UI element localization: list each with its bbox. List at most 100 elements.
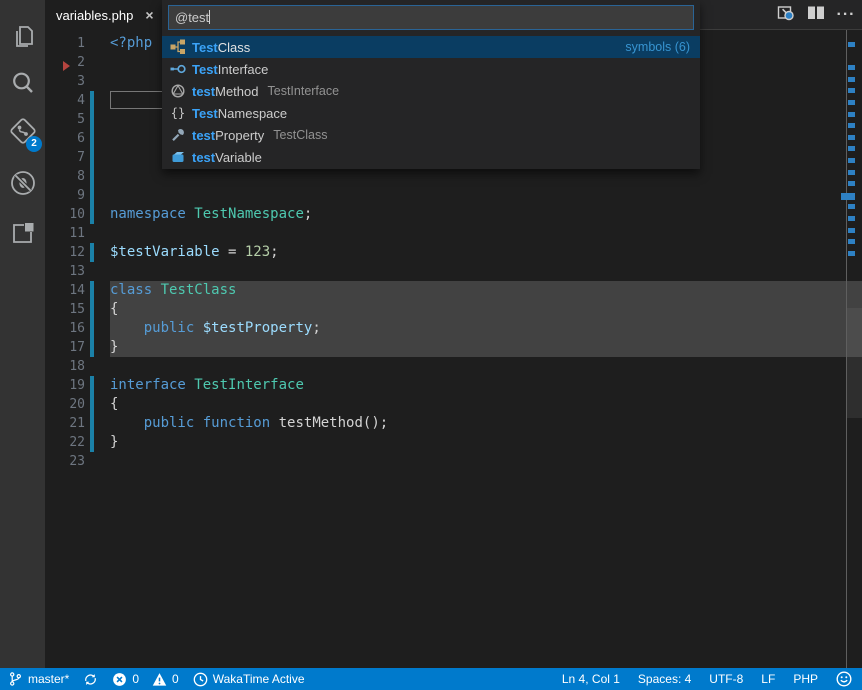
more-actions-button[interactable]: ···: [834, 3, 858, 27]
feedback-button[interactable]: [836, 671, 852, 687]
symbol-list: TestClass symbols (6) TestInterface test…: [162, 36, 700, 168]
symbol-item-testMethod[interactable]: testMethod TestInterface: [162, 80, 700, 102]
line-number: 11: [45, 224, 85, 243]
files-icon: [9, 23, 37, 51]
line-number: 1: [45, 34, 85, 53]
sidebar-item-extensions[interactable]: [0, 210, 45, 255]
code-line[interactable]: 19 interface TestInterface: [45, 376, 862, 395]
warning-icon: [152, 672, 167, 687]
sync-button[interactable]: [83, 672, 98, 687]
code-line[interactable]: 9: [45, 186, 862, 205]
line-content: }: [110, 338, 118, 357]
overview-ruler-mark: [841, 193, 855, 200]
code-line[interactable]: 8: [45, 167, 862, 186]
code-line[interactable]: 14 class TestClass: [45, 281, 862, 300]
cursor-position[interactable]: Ln 4, Col 1: [562, 672, 620, 686]
line-content: public function testMethod();: [110, 414, 388, 433]
symbol-item-testVariable[interactable]: testVariable: [162, 146, 700, 168]
sync-icon: [83, 672, 98, 687]
code-line[interactable]: 20 {: [45, 395, 862, 414]
line-content: }: [110, 433, 118, 452]
line-number: 17: [45, 338, 85, 357]
line-number: 23: [45, 452, 85, 471]
line-number: 14: [45, 281, 85, 300]
line-content: {: [110, 300, 118, 319]
language-label: PHP: [793, 672, 818, 686]
overview-ruler-mark: [848, 146, 855, 151]
line-number: 19: [45, 376, 85, 395]
code-line[interactable]: 10 namespace TestNamespace;: [45, 205, 862, 224]
eol-indicator[interactable]: LF: [761, 672, 775, 686]
code-line[interactable]: 21 public function testMethod();: [45, 414, 862, 433]
quick-open-input[interactable]: @test: [168, 5, 694, 30]
encoding-label: UTF-8: [709, 672, 743, 686]
interface-icon: [170, 61, 186, 77]
symbol-label: testProperty: [192, 128, 264, 143]
overview-ruler-mark: [848, 228, 855, 233]
close-icon[interactable]: ×: [145, 8, 153, 22]
code-line[interactable]: 15 {: [45, 300, 862, 319]
overview-ruler-mark: [848, 170, 855, 175]
search-icon: [9, 69, 37, 97]
cursor-position-label: Ln 4, Col 1: [562, 672, 620, 686]
branch-indicator[interactable]: master*: [8, 671, 69, 687]
debug-icon: [8, 168, 38, 198]
open-preview-button[interactable]: [774, 3, 798, 27]
overview-ruler-mark: [848, 100, 855, 105]
line-number: 4: [45, 91, 85, 110]
indentation-label: Spaces: 4: [638, 672, 691, 686]
symbol-item-testProperty[interactable]: testProperty TestClass: [162, 124, 700, 146]
line-number: 12: [45, 243, 85, 262]
language-mode[interactable]: PHP: [793, 672, 818, 686]
vscode-window: 1 <?php 2 3 4 5 6 7 8 9 10 namespace Tes…: [0, 0, 862, 690]
symbol-item-TestNamespace[interactable]: {} TestNamespace: [162, 102, 700, 124]
overview-ruler-mark: [848, 158, 855, 163]
activity-bar: 2: [0, 0, 45, 668]
wakatime-indicator[interactable]: WakaTime Active: [193, 672, 305, 687]
eol-label: LF: [761, 672, 775, 686]
overview-ruler-mark: [848, 251, 855, 256]
sidebar-item-explorer[interactable]: [0, 14, 45, 59]
line-number: 18: [45, 357, 85, 376]
code-line[interactable]: 18: [45, 357, 862, 376]
extensions-icon: [9, 219, 37, 247]
quick-open-query: @test: [175, 10, 209, 25]
warning-count: 0: [172, 672, 179, 686]
indentation-indicator[interactable]: Spaces: 4: [638, 672, 691, 686]
code-line[interactable]: 22 }: [45, 433, 862, 452]
line-number: 9: [45, 186, 85, 205]
split-editor-button[interactable]: [804, 3, 828, 27]
quick-open-widget: @test TestClass symbols (6) TestInterfac…: [162, 0, 700, 169]
tab-variables-php[interactable]: variables.php ×: [45, 0, 165, 30]
property-icon: [170, 127, 186, 143]
problems-indicator[interactable]: 0 0: [112, 672, 178, 687]
overview-ruler-mark: [848, 42, 855, 47]
code-line[interactable]: 16 public $testProperty;: [45, 319, 862, 338]
line-content: {: [110, 395, 118, 414]
symbol-label: testVariable: [192, 150, 262, 165]
code-line[interactable]: 13: [45, 262, 862, 281]
code-line[interactable]: 23: [45, 452, 862, 471]
code-line[interactable]: 12 $testVariable = 123;: [45, 243, 862, 262]
line-content: class TestClass: [110, 281, 236, 300]
encoding-indicator[interactable]: UTF-8: [709, 672, 743, 686]
overview-ruler-mark: [848, 216, 855, 221]
vertical-scrollbar[interactable]: [847, 308, 862, 418]
sidebar-item-debug[interactable]: [0, 160, 45, 205]
code-line[interactable]: 11: [45, 224, 862, 243]
code-line[interactable]: 17 }: [45, 338, 862, 357]
symbol-label: TestInterface: [192, 62, 268, 77]
gutter-modified-bar: [90, 243, 94, 262]
editor-actions: ···: [774, 0, 858, 30]
variable-icon: [170, 149, 186, 165]
sidebar-item-source-control[interactable]: 2: [0, 108, 45, 153]
line-number: 13: [45, 262, 85, 281]
symbol-detail: TestClass: [273, 128, 327, 142]
symbol-detail: TestInterface: [268, 84, 340, 98]
line-number: 21: [45, 414, 85, 433]
symbol-item-TestInterface[interactable]: TestInterface: [162, 58, 700, 80]
sidebar-item-search[interactable]: [0, 60, 45, 105]
overview-ruler-mark: [848, 204, 855, 209]
symbol-label: testMethod: [192, 84, 259, 99]
symbol-item-TestClass[interactable]: TestClass symbols (6): [162, 36, 700, 58]
